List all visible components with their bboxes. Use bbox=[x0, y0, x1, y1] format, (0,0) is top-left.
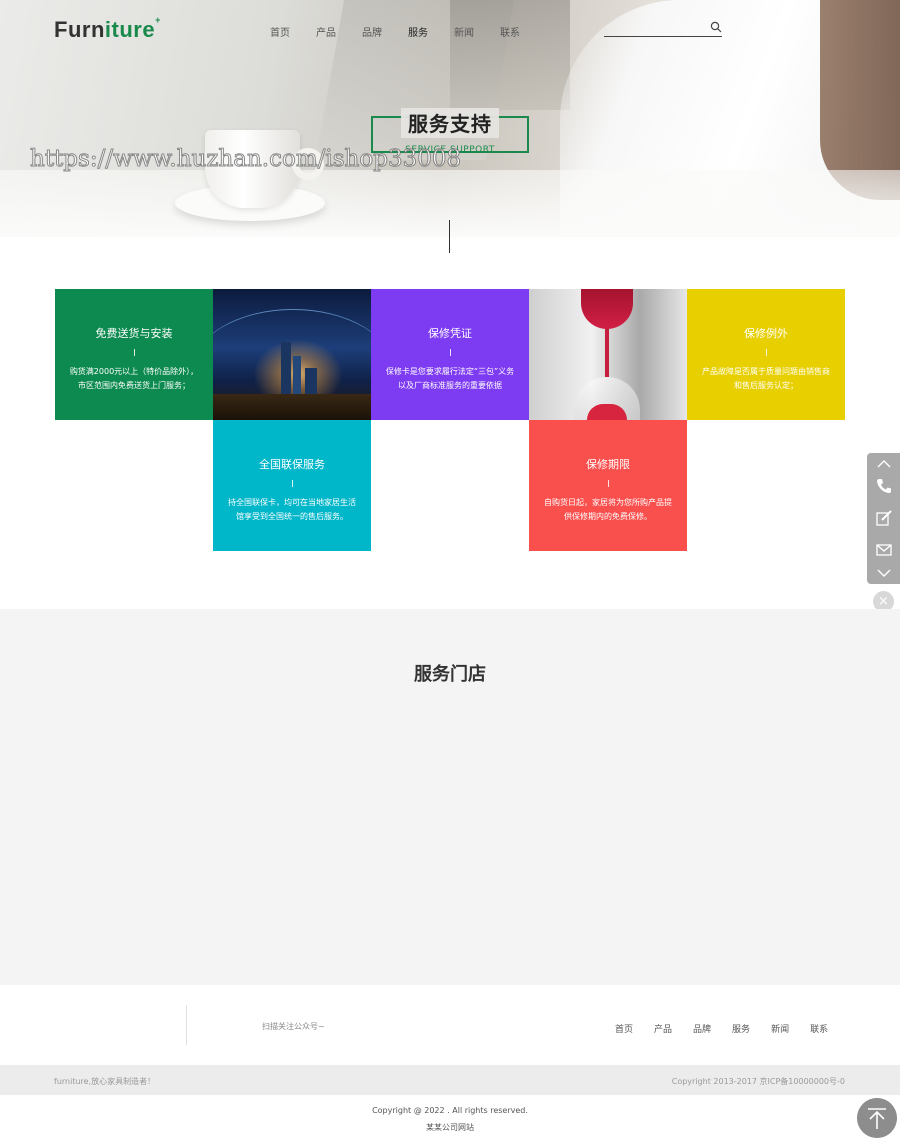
site-logo[interactable]: Furniture+ bbox=[54, 15, 161, 43]
float-contact-bar bbox=[867, 453, 900, 584]
service-tile-delivery[interactable]: 免费送货与安装 购货满2000元以上（特价品除外），市区范围内免费送货上门服务； bbox=[55, 289, 213, 420]
footer-divider bbox=[186, 1005, 187, 1045]
hero-photo-desk bbox=[0, 170, 900, 237]
footer-bottom: Copyright @ 2022 . All rights reserved. … bbox=[0, 1095, 900, 1141]
service-desc: 自购货日起，家居将为您所购产品提供保修期内的免费保修。 bbox=[544, 498, 672, 521]
city-ground bbox=[213, 394, 371, 420]
footer-nav: 首页 产品 品牌 服务 新闻 联系 bbox=[615, 1022, 828, 1035]
service-image-city bbox=[213, 289, 371, 420]
nav-item-news[interactable]: 新闻 bbox=[454, 24, 500, 39]
service-tile-warranty-period[interactable]: 保修期限 自购货日起，家居将为您所购产品提供保修期内的免费保修。 bbox=[529, 420, 687, 551]
section-title: 服务门店 bbox=[414, 664, 486, 685]
footer-nav-products[interactable]: 产品 bbox=[654, 1022, 672, 1035]
search-input[interactable] bbox=[604, 25, 704, 40]
hero-title-cn: 服务支持 bbox=[408, 112, 492, 136]
service-divider bbox=[291, 480, 293, 487]
service-tile-exceptions[interactable]: 保修例外 产品故障是否属于质量问题由销售商和售后服务认定； bbox=[687, 289, 845, 420]
service-tile-nationwide[interactable]: 全国联保服务 持全国联保卡，均可在当地家居生活馆享受到全国统一的售后服务。 bbox=[213, 420, 371, 551]
mail-icon[interactable] bbox=[875, 541, 893, 559]
footer-nav-home[interactable]: 首页 bbox=[615, 1022, 633, 1035]
hero-photo-monitor-dark bbox=[450, 0, 570, 110]
chevron-down-icon[interactable] bbox=[875, 564, 893, 582]
nav-item-service[interactable]: 服务 bbox=[408, 24, 454, 39]
search-icon[interactable] bbox=[710, 21, 722, 33]
footer-nav-news[interactable]: 新闻 bbox=[771, 1022, 789, 1035]
service-tile-warranty-card[interactable]: 保修凭证 保修卡是您要求履行法定“三包”义务以及厂商标准服务的重要依据 bbox=[371, 289, 529, 420]
service-divider bbox=[449, 349, 451, 356]
section-divider bbox=[449, 220, 450, 253]
service-title: 全国联保服务 bbox=[259, 458, 325, 471]
footer-nav-brand[interactable]: 品牌 bbox=[693, 1022, 711, 1035]
nav-item-brand[interactable]: 品牌 bbox=[362, 24, 408, 39]
service-desc: 保修卡是您要求履行法定“三包”义务以及厂商标准服务的重要依据 bbox=[385, 367, 515, 390]
footer: 扫描关注公众号~ 首页 产品 品牌 服务 新闻 联系 bbox=[0, 985, 900, 1065]
service-divider bbox=[765, 349, 767, 356]
footer-icp[interactable]: Copyright 2013-2017 京ICP备10000000号-0 bbox=[672, 1076, 845, 1087]
nav-item-contact[interactable]: 联系 bbox=[500, 24, 546, 39]
copyright-text: Copyright @ 2022 . All rights reserved. bbox=[372, 1106, 528, 1115]
logo-text-1: Furn bbox=[54, 17, 105, 42]
service-title: 保修期限 bbox=[586, 458, 630, 471]
company-name: 某某公司网站 bbox=[426, 1123, 474, 1132]
main-nav: 首页 产品 品牌 服务 新闻 联系 bbox=[270, 24, 546, 39]
qr-caption: 扫描关注公众号~ bbox=[262, 1022, 325, 1031]
footer-nav-service[interactable]: 服务 bbox=[732, 1022, 750, 1035]
hourglass-neck bbox=[605, 327, 609, 377]
hourglass-top bbox=[581, 289, 633, 329]
logo-text-2: iture bbox=[104, 17, 156, 42]
watermark-text: https://www.huzhan.com/ishop33008 bbox=[29, 146, 462, 173]
back-to-top-button[interactable] bbox=[857, 1098, 897, 1138]
edit-icon[interactable] bbox=[875, 509, 893, 527]
footer-slogan: furniture,放心家具制造者！ bbox=[54, 1077, 156, 1086]
service-stores-section: 服务门店 bbox=[0, 609, 900, 985]
nav-item-products[interactable]: 产品 bbox=[316, 24, 362, 39]
hero-banner: Furniture+ 首页 产品 品牌 服务 新闻 联系 服务支持 SERVIC… bbox=[0, 0, 900, 237]
footer-nav-contact[interactable]: 联系 bbox=[810, 1022, 828, 1035]
footer-copy-bar: furniture,放心家具制造者！ Copyright 2013-2017 京… bbox=[0, 1065, 900, 1095]
service-title: 保修凭证 bbox=[428, 327, 472, 340]
service-title: 免费送货与安装 bbox=[95, 327, 173, 340]
logo-sup: + bbox=[155, 15, 161, 25]
service-desc: 购货满2000元以上（特价品除外），市区范围内免费送货上门服务； bbox=[69, 367, 199, 390]
service-divider bbox=[133, 349, 135, 356]
service-desc: 产品故障是否属于质量问题由销售商和售后服务认定； bbox=[702, 367, 830, 390]
service-divider bbox=[607, 480, 609, 487]
search-box bbox=[604, 20, 722, 40]
phone-icon[interactable] bbox=[875, 477, 893, 495]
service-image-hourglass bbox=[529, 289, 687, 420]
nav-item-home[interactable]: 首页 bbox=[270, 24, 316, 39]
service-title: 保修例外 bbox=[744, 327, 788, 340]
chevron-up-icon[interactable] bbox=[875, 455, 893, 473]
service-desc: 持全国联保卡，均可在当地家居生活馆享受到全国统一的售后服务。 bbox=[228, 498, 356, 521]
